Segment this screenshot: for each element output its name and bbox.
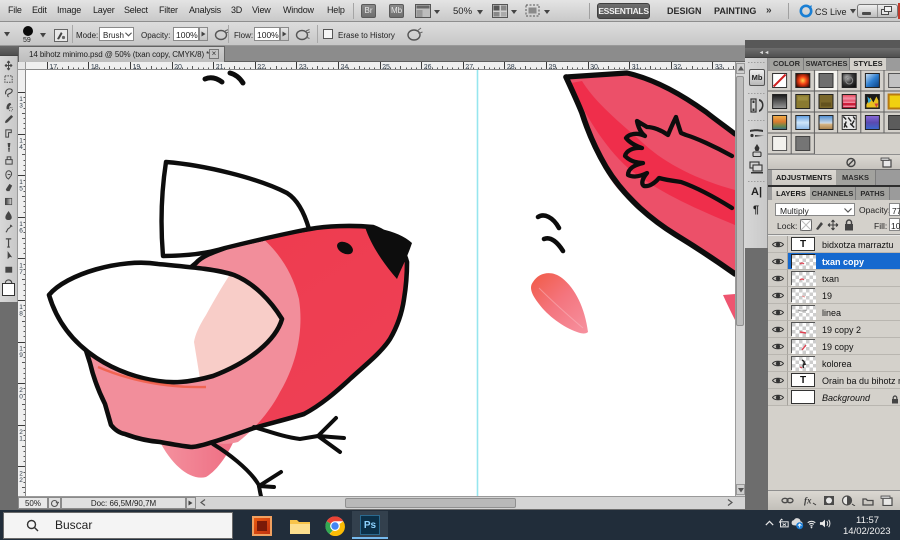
svg-text:0: 0 <box>19 394 23 401</box>
svg-text:4: 4 <box>19 144 23 151</box>
svg-text:fx: fx <box>804 496 812 506</box>
svg-text:6: 6 <box>19 227 23 234</box>
svg-text:2: 2 <box>19 477 23 484</box>
svg-text:1: 1 <box>19 435 23 442</box>
svg-text:3: 3 <box>19 103 23 110</box>
svg-text:9: 9 <box>19 352 23 359</box>
svg-text:5: 5 <box>19 186 23 193</box>
svg-text:7: 7 <box>19 269 23 276</box>
svg-text:8: 8 <box>19 311 23 318</box>
